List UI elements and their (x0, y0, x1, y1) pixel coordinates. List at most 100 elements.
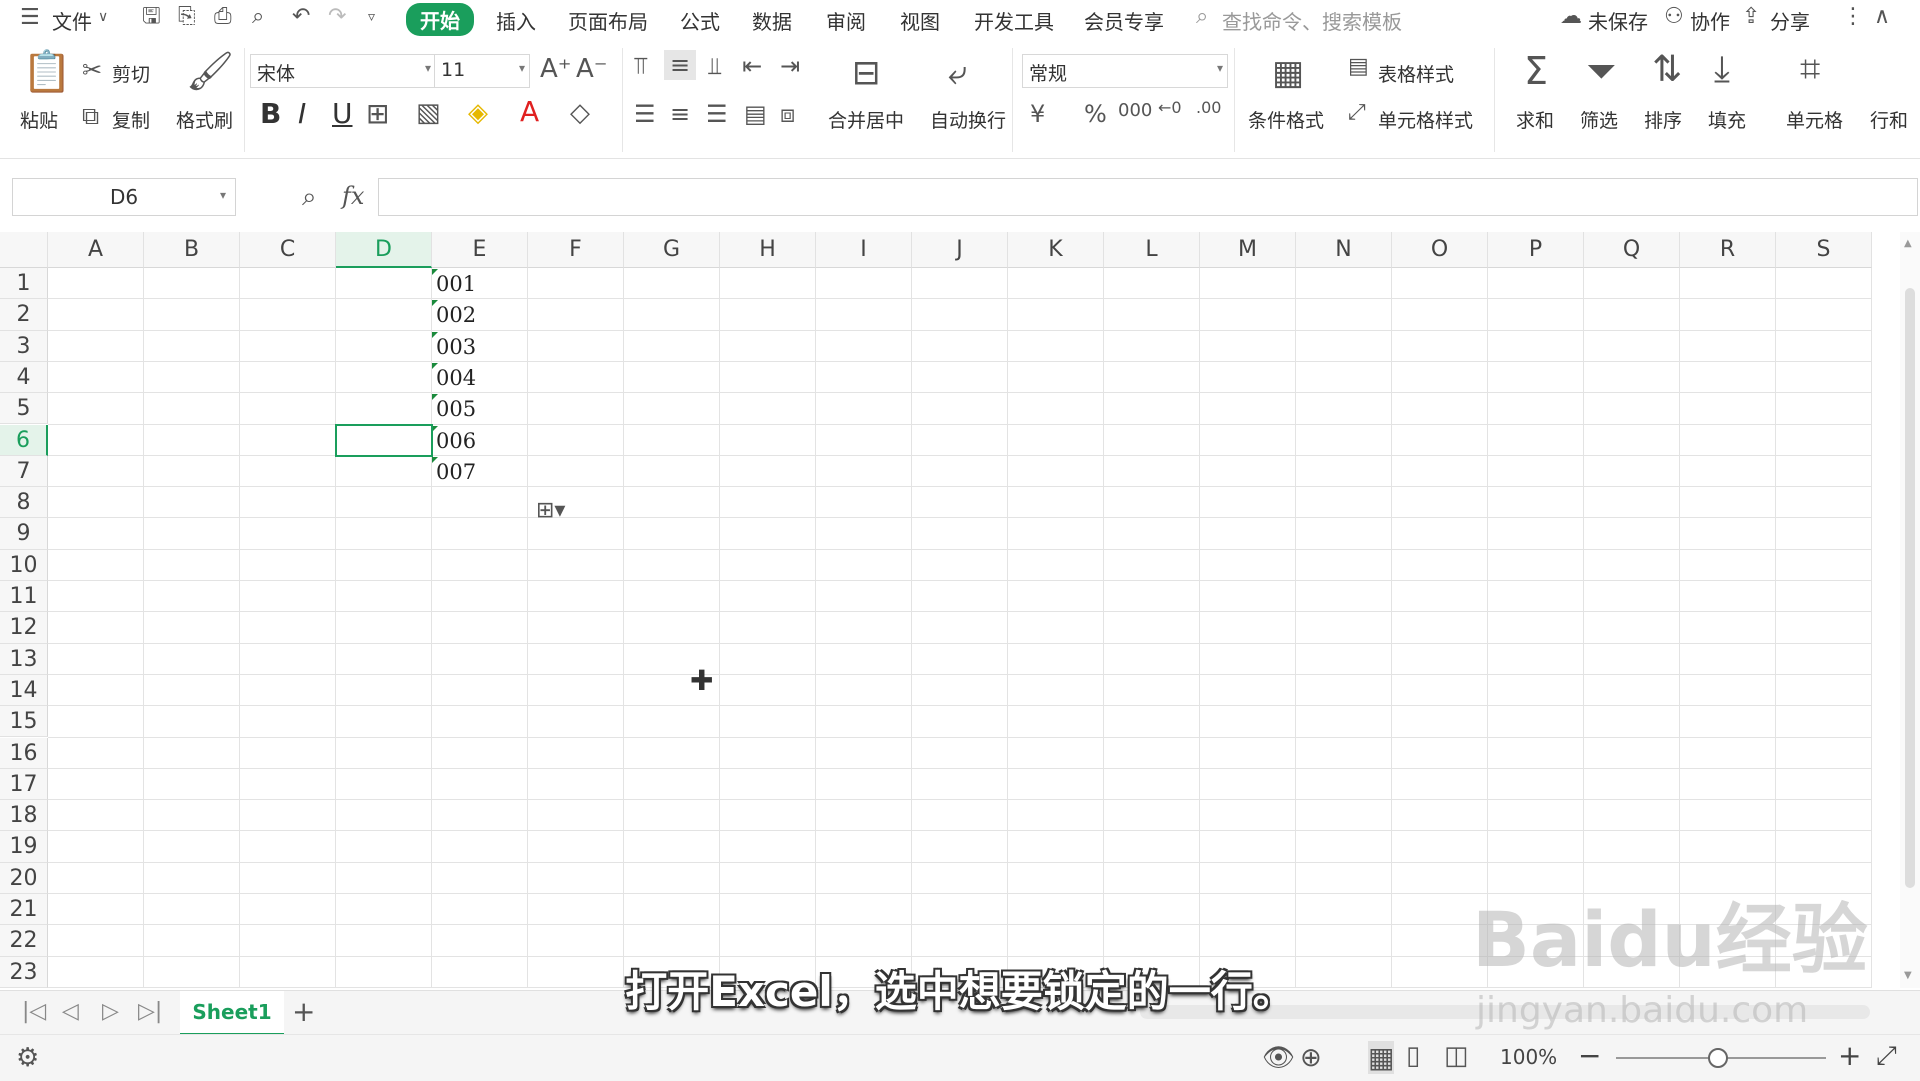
row-header-14[interactable]: 14 (0, 674, 48, 707)
paste-button[interactable]: 粘贴 (20, 106, 58, 133)
column-header-C[interactable]: C (240, 232, 336, 268)
row-header-12[interactable]: 12 (0, 612, 48, 644)
print-icon[interactable]: ⎙ (214, 6, 232, 28)
paste-icon[interactable]: 📋 (22, 52, 72, 92)
macro-icon[interactable]: ⚙ (16, 1043, 39, 1073)
font-name-select[interactable]: 宋体 ▾ (250, 54, 436, 88)
row-column-button[interactable]: 行和 (1870, 106, 1908, 133)
column-header-H[interactable]: H (720, 232, 816, 268)
page-break-view-icon[interactable]: ◫ (1444, 1041, 1469, 1071)
eye-protection-icon[interactable]: 👁 (1262, 1043, 1295, 1073)
vertical-scrollbar[interactable]: ▲ ▼ (1900, 232, 1920, 988)
tab-home[interactable]: 开始 (406, 3, 474, 36)
row-header-15[interactable]: 15 (0, 706, 48, 738)
clear-format-icon[interactable]: ◇ (570, 100, 590, 126)
row-header-4[interactable]: 4 (0, 361, 48, 394)
conditional-format-button[interactable]: 条件格式 (1248, 106, 1324, 133)
column-header-K[interactable]: K (1008, 232, 1104, 268)
decrease-decimal-icon[interactable]: .00 (1196, 100, 1221, 116)
column-header-F[interactable]: F (528, 232, 624, 268)
select-all-corner[interactable] (0, 232, 48, 268)
column-header-N[interactable]: N (1296, 232, 1392, 268)
sort-icon[interactable]: ⇅ (1652, 52, 1682, 88)
row-header-19[interactable]: 19 (0, 831, 48, 863)
sort-button[interactable]: 排序 (1644, 106, 1682, 133)
share-button[interactable]: 分享 (1770, 6, 1810, 35)
column-header-I[interactable]: I (816, 232, 912, 268)
column-header-G[interactable]: G (624, 232, 720, 268)
row-header-13[interactable]: 13 (0, 643, 48, 675)
italic-icon[interactable]: I (298, 100, 306, 128)
tab-review[interactable]: 审阅 (826, 6, 866, 35)
align-left-icon[interactable]: ☰ (634, 102, 656, 126)
filter-button[interactable]: 筛选 (1580, 106, 1618, 133)
row-header-21[interactable]: 21 (0, 894, 48, 926)
table-style-button[interactable]: 表格样式 (1378, 60, 1454, 87)
paste-options-icon[interactable]: ⊞▾ (536, 498, 578, 526)
fill-button[interactable]: 填充 (1708, 106, 1746, 133)
row-header-9[interactable]: 9 (0, 518, 48, 550)
zoom-formula-icon[interactable]: ⌕ (302, 182, 317, 213)
row-header-16[interactable]: 16 (0, 737, 48, 769)
increase-font-icon[interactable]: A⁺ (540, 56, 572, 82)
increase-decimal-icon[interactable]: ←0 (1158, 100, 1182, 116)
row-header-2[interactable]: 2 (0, 299, 48, 331)
thousands-separator-icon[interactable]: 000 (1118, 102, 1152, 120)
formula-input[interactable] (378, 178, 1918, 216)
row-header-7[interactable]: 7 (0, 455, 48, 488)
tab-data[interactable]: 数据 (752, 6, 792, 35)
wrap-text-icon[interactable]: ⤶ (948, 56, 967, 90)
command-search-input[interactable]: 查找命令、搜索模板 (1222, 6, 1402, 35)
file-menu[interactable]: 文件 (52, 6, 92, 35)
distributed-align-icon[interactable]: ⧈ (780, 102, 795, 126)
page-view-icon[interactable]: ▯ (1406, 1041, 1420, 1071)
scroll-up-icon[interactable]: ▲ (1904, 238, 1912, 249)
currency-icon[interactable]: ¥ (1030, 102, 1045, 126)
wrap-text-button[interactable]: 自动换行 (930, 106, 1006, 133)
customize-toolbar-icon[interactable]: ▿ (368, 10, 375, 24)
row-header-20[interactable]: 20 (0, 862, 48, 894)
column-header-Q[interactable]: Q (1584, 232, 1680, 268)
cell-fill-pattern-icon[interactable]: ▧ (416, 100, 441, 126)
row-header-5[interactable]: 5 (0, 393, 48, 425)
decrease-font-icon[interactable]: A⁻ (576, 56, 608, 82)
vertical-scroll-thumb[interactable] (1905, 288, 1915, 888)
zoom-in-icon[interactable]: + (1838, 1039, 1861, 1072)
spreadsheet-grid[interactable]: A B C D E F G H I J K L M N O P Q R S 1 2 3 4 5 6 7 8 9 10 11 12 13 14 15… (0, 232, 1900, 988)
fill-color-icon[interactable]: ◈ (468, 100, 488, 126)
column-header-P[interactable]: P (1488, 232, 1584, 268)
column-header-A[interactable]: A (48, 232, 144, 268)
align-right-icon[interactable]: ☰ (706, 102, 728, 126)
copy-icon[interactable]: ⧉ (82, 104, 99, 128)
align-middle-icon[interactable]: ≡ (664, 50, 697, 80)
row-header-11[interactable]: 11 (0, 581, 48, 613)
cut-button[interactable]: 剪切 (112, 60, 150, 87)
format-painter-icon[interactable]: 🖌 (186, 52, 234, 90)
merge-center-icon[interactable]: ⊟ (852, 56, 881, 90)
fullscreen-icon[interactable]: ⤢ (1876, 1041, 1897, 1072)
crosshair-icon[interactable]: ⊕ (1300, 1043, 1322, 1073)
name-box[interactable]: D6 (12, 178, 236, 216)
column-header-E[interactable]: E (432, 232, 528, 268)
unsaved-status[interactable]: 未保存 (1588, 6, 1648, 35)
cell-E3[interactable]: 003 (436, 335, 476, 359)
sum-icon[interactable]: Σ (1524, 52, 1548, 90)
merge-center-button[interactable]: 合并居中 (828, 106, 904, 133)
zoom-out-icon[interactable]: − (1578, 1039, 1601, 1072)
fill-icon[interactable]: ⤓ (1714, 52, 1730, 88)
filter-icon[interactable]: ⏷ (1586, 52, 1616, 90)
more-options-icon[interactable]: ⋮ (1842, 6, 1864, 28)
copy-button[interactable]: 复制 (112, 106, 150, 133)
font-color-icon[interactable]: A (520, 98, 539, 126)
tab-member[interactable]: 会员专享 (1084, 6, 1164, 35)
decrease-indent-icon[interactable]: ⇤ (742, 54, 762, 78)
align-top-icon[interactable]: ⫪ (634, 54, 648, 78)
row-header-1[interactable]: 1 (0, 268, 48, 300)
zoom-level[interactable]: 100% (1500, 1045, 1557, 1069)
cell-E5[interactable]: 005 (436, 397, 476, 421)
cell-style-icon[interactable]: ⤢ (1348, 102, 1366, 124)
bold-icon[interactable]: B (260, 100, 281, 128)
align-center-icon[interactable]: ≡ (670, 102, 690, 126)
format-painter-button[interactable]: 格式刷 (176, 106, 233, 133)
increase-indent-icon[interactable]: ⇥ (780, 54, 800, 78)
